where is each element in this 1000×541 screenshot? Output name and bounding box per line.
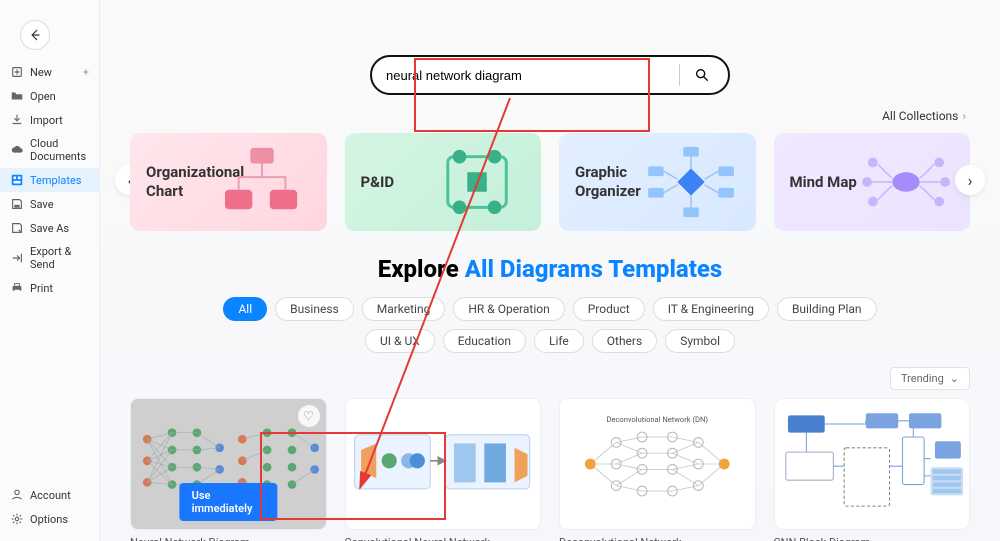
cnn-block-thumb — [775, 399, 970, 529]
template-card-cnn-block[interactable]: CNN Block Diagram — [774, 398, 971, 541]
filter-pill-product[interactable]: Product — [573, 297, 645, 321]
filter-pill-all[interactable]: All — [223, 297, 267, 321]
sidebar-item-open[interactable]: Open — [0, 84, 99, 108]
pid-icon — [423, 143, 531, 221]
user-icon — [10, 488, 24, 502]
sidebar-item-export-send[interactable]: Export & Send — [0, 240, 99, 276]
main-content: All Collections› ‹ Organizational Chart — [100, 0, 1000, 541]
template-card-cnn[interactable]: Convolutional Neural Network — [345, 398, 542, 541]
category-card-mind-map[interactable]: Mind Map — [774, 133, 971, 231]
organizer-icon — [637, 143, 745, 221]
svg-text:Deconvolutional Network (DN): Deconvolutional Network (DN) — [607, 415, 709, 424]
filter-pill-business[interactable]: Business — [275, 297, 354, 321]
category-next-button[interactable]: › — [955, 165, 985, 195]
search-input[interactable] — [386, 68, 669, 83]
export-icon — [10, 251, 24, 265]
sidebar-item-templates[interactable]: Templates — [0, 168, 99, 192]
plus-icon[interactable]: + — [83, 66, 89, 79]
filter-pills-row2: UI & UX Education Life Others Symbol — [130, 329, 970, 353]
sidebar-item-cloud-documents[interactable]: Cloud Documents — [0, 132, 99, 168]
filter-pill-education[interactable]: Education — [443, 329, 526, 353]
filter-pill-others[interactable]: Others — [592, 329, 657, 353]
chevron-right-icon: › — [962, 109, 966, 123]
templates-icon — [10, 173, 24, 187]
explore-heading: Explore All Diagrams Templates — [130, 255, 970, 283]
filter-pill-ui-ux[interactable]: UI & UX — [365, 329, 435, 353]
sidebar: New+OpenImportCloud DocumentsTemplatesSa… — [0, 0, 100, 541]
mind-map-icon — [852, 143, 960, 221]
category-row: ‹ Organizational Chart P&ID — [130, 133, 970, 231]
save-as-icon — [10, 221, 24, 235]
search-button[interactable] — [690, 63, 714, 87]
folder-open-icon — [10, 89, 24, 103]
favorite-button[interactable]: ♡ — [298, 405, 320, 427]
category-card-graphic-organizer[interactable]: Graphic Organizer — [559, 133, 756, 231]
filter-pill-building-plan[interactable]: Building Plan — [777, 297, 877, 321]
template-grid: ♡ — [130, 398, 970, 541]
cnn-thumb — [346, 399, 541, 529]
sidebar-item-account[interactable]: Account — [0, 483, 99, 507]
sort-dropdown[interactable]: Trending ⌄ — [890, 367, 970, 390]
save-icon — [10, 197, 24, 211]
plus-icon — [10, 65, 24, 79]
filter-pill-hr-operation[interactable]: HR & Operation — [453, 297, 564, 321]
template-card-deconv[interactable]: Deconvolutional Network (DN) — [559, 398, 756, 541]
deconv-thumb: Deconvolutional Network (DN) — [560, 399, 755, 529]
filter-pill-symbol[interactable]: Symbol — [665, 329, 735, 353]
cloud-icon — [10, 143, 24, 157]
sidebar-item-print[interactable]: Print — [0, 276, 99, 300]
category-card-pid[interactable]: P&ID — [345, 133, 542, 231]
sidebar-item-options[interactable]: Options — [0, 507, 99, 531]
filter-pill-life[interactable]: Life — [534, 329, 584, 353]
template-card-neural-network[interactable]: ♡ — [130, 398, 327, 541]
filter-pills-row1: All Business Marketing HR & Operation Produc… — [130, 297, 970, 321]
use-immediately-button[interactable]: Use immediately — [180, 483, 277, 521]
filter-pill-marketing[interactable]: Marketing — [362, 297, 446, 321]
filter-pill-it-engineering[interactable]: IT & Engineering — [653, 297, 769, 321]
all-collections-link[interactable]: All Collections› — [130, 109, 966, 123]
download-icon — [10, 113, 24, 127]
org-chart-icon — [208, 143, 316, 221]
search-box[interactable] — [370, 55, 730, 95]
arrow-left-icon — [28, 28, 42, 42]
category-card-org-chart[interactable]: Organizational Chart — [130, 133, 327, 231]
sidebar-item-import[interactable]: Import — [0, 108, 99, 132]
sidebar-item-new[interactable]: New+ — [0, 60, 99, 84]
gear-icon — [10, 512, 24, 526]
chevron-down-icon: ⌄ — [950, 372, 959, 385]
back-button[interactable] — [20, 20, 50, 50]
search-icon — [694, 67, 710, 83]
sidebar-item-save[interactable]: Save — [0, 192, 99, 216]
sidebar-item-save-as[interactable]: Save As — [0, 216, 99, 240]
print-icon — [10, 281, 24, 295]
